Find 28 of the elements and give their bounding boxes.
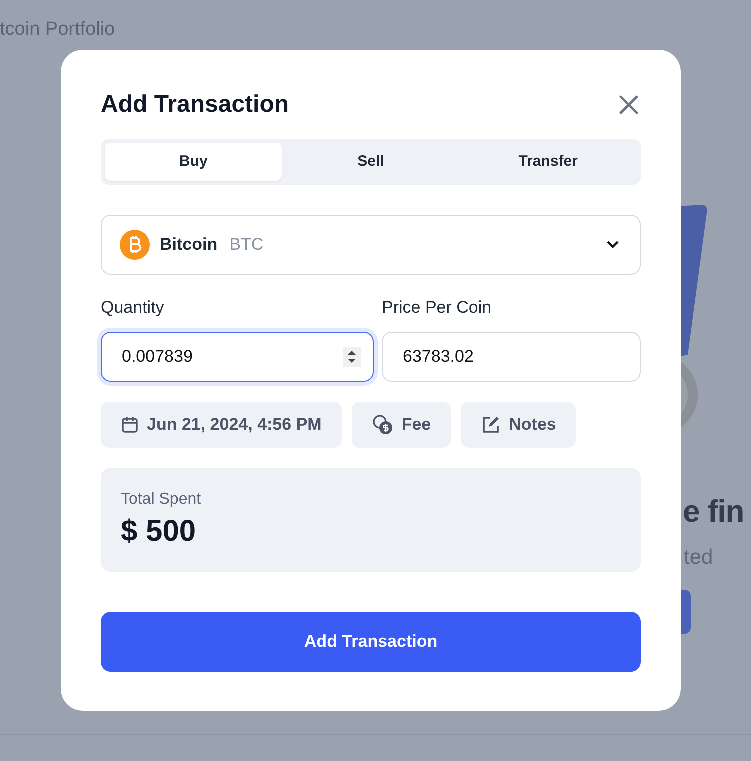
coin-select[interactable]: Bitcoin BTC [101,215,641,275]
input-field[interactable]: 63783.02 [382,332,641,382]
field-label: Quantity [101,297,166,319]
stepper-icon[interactable] [343,347,361,367]
chip-button[interactable]: Jun 21, 2024, 4:56 PM [101,402,342,448]
total-label: Total Spent [121,490,202,510]
total-amount: $ 500 [121,514,198,550]
empty-state-heading: e fin [683,493,744,531]
tab[interactable]: Transfer [460,143,637,181]
input-text[interactable]: 63783.02 [403,333,628,381]
coin-exchange-icon [372,414,394,436]
page-title: tcoin Portfolio [0,18,116,42]
edit-icon [481,415,502,435]
close-button[interactable] [617,93,641,117]
tab[interactable]: Sell [282,143,460,181]
tab[interactable]: Buy [105,143,282,181]
dialog-title: Add Transaction [101,90,290,120]
coin-name: Bitcoin [160,234,218,256]
chip-button[interactable]: Fee [352,402,452,448]
submit-button[interactable]: Add Transaction [101,612,641,672]
coin-icon [120,230,150,260]
chevron-down-icon [606,240,620,250]
empty-state-text: ted [684,545,714,571]
field-label: Price Per Coin [382,297,493,319]
coin-symbol: BTC [230,234,264,256]
calendar-icon [121,416,139,434]
chip-button[interactable]: Notes [461,402,576,448]
input-text[interactable]: 0.007839 [122,333,343,381]
